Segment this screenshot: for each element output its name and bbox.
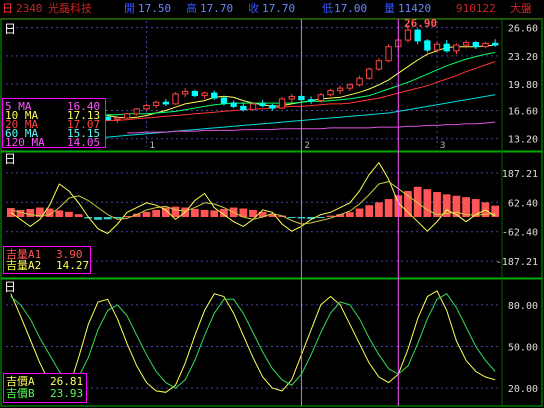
macd-line (10, 181, 496, 225)
histogram-bar (404, 191, 412, 217)
y-tick-label: 13.20 (508, 135, 538, 146)
candle-body (472, 42, 479, 48)
candle-body (249, 103, 257, 111)
candle-body (240, 105, 247, 111)
ma-line (127, 121, 496, 134)
candle-body (366, 68, 373, 79)
y-tick-label: 80.00 (508, 301, 538, 312)
month-label: 1 (149, 141, 154, 151)
histogram-bar (94, 217, 102, 220)
histogram-bar (200, 209, 209, 217)
price-panel-label: 日 (4, 22, 17, 36)
candle-body (269, 105, 276, 109)
candle-body (123, 113, 131, 119)
candle-body (143, 105, 150, 110)
histogram-bar (74, 214, 83, 217)
candle-body (288, 95, 295, 100)
candle-body (482, 42, 489, 48)
histogram-bar (152, 209, 161, 217)
histogram-bar (423, 189, 432, 217)
candle-body (385, 46, 392, 62)
y-tick-label: -187.21 (496, 257, 538, 268)
candle-body (491, 42, 499, 46)
macd-a2-label: 吉量A2 (6, 259, 42, 272)
candle-body (346, 84, 354, 89)
kd-legend: 吉價A 26.81 吉價B 23.93 (3, 373, 87, 403)
candle-body (162, 101, 169, 105)
y-tick-label: -62.40 (502, 228, 538, 239)
candle-body (424, 40, 431, 51)
kd-b-label: 吉價B (6, 387, 35, 400)
candle-body (453, 44, 460, 52)
candle-body (133, 108, 140, 115)
candle-body (220, 97, 228, 104)
candle-body (337, 87, 344, 92)
y-tick-label: 62.40 (508, 198, 538, 209)
candle-body (356, 77, 363, 86)
candle-body (404, 29, 412, 41)
candle-body (443, 43, 450, 52)
histogram-bar (65, 211, 73, 217)
candle-body (114, 117, 121, 121)
y-tick-label: 23.20 (508, 52, 538, 63)
month-label: 2 (304, 141, 309, 151)
candle-body (278, 98, 286, 109)
histogram-bar (287, 217, 296, 218)
candle-body (152, 101, 160, 107)
y-tick-label: 16.60 (508, 107, 538, 118)
candle-body (307, 99, 315, 102)
y-tick-label: 20.00 (508, 384, 538, 395)
macd-a2-value: 14.27 (56, 259, 90, 272)
y-tick-label: 50.00 (508, 342, 538, 353)
candle-body (230, 102, 237, 107)
candle-body (375, 60, 383, 70)
histogram-bar (171, 206, 180, 217)
kd-panel-label: 日 (4, 280, 17, 294)
candle-body (433, 43, 441, 51)
histogram-bar (103, 217, 112, 220)
histogram-bar (26, 208, 35, 217)
histogram-bar (491, 205, 500, 217)
candle-body (414, 29, 421, 42)
candle-body (211, 92, 218, 99)
candle-body (317, 94, 324, 102)
histogram-bar (345, 212, 354, 217)
y-tick-label: 26.60 (508, 24, 538, 35)
candle-body (327, 90, 334, 96)
candle-body (191, 90, 199, 97)
macd-legend: 吉量A1 3.90 吉量A2 14.27 (3, 246, 91, 274)
candle-body (172, 93, 179, 105)
histogram-bar (355, 208, 364, 217)
histogram-bar (365, 205, 374, 217)
histogram-bar (384, 199, 393, 217)
max-price-marker: 26.90 (404, 17, 438, 30)
ma120-value: 14.05 (67, 136, 101, 149)
histogram-bar (210, 210, 219, 217)
histogram-bar (142, 211, 151, 217)
ma120-label: 120 MA (5, 136, 45, 149)
kd-b-value: 23.93 (50, 387, 84, 400)
kd-a-value: 26.81 (50, 375, 84, 388)
macd-panel-label: 日 (4, 152, 17, 166)
chart-canvas[interactable]: 13.20 16.60 19.80 23.20 26.60 1 2 3 187.21 62.40… (0, 0, 544, 408)
histogram-bar (191, 208, 199, 217)
ma-legend: 5 MA 16.40 10 MA 17.13 20 MA 17.07 60 MA… (2, 98, 106, 148)
candle-body (201, 92, 208, 97)
y-tick-label: 19.80 (508, 80, 538, 91)
candle-body (182, 90, 189, 95)
histogram-bar (316, 217, 325, 218)
histogram-bar (375, 202, 383, 217)
histogram-bar (413, 186, 422, 217)
histogram-bar (55, 210, 64, 217)
y-tick-label: 187.21 (502, 169, 538, 180)
month-label: 3 (440, 141, 445, 151)
candle-body (462, 42, 470, 46)
histogram-bar (249, 209, 257, 217)
candle-body (259, 103, 266, 107)
kd-a-label: 吉價A (6, 375, 35, 388)
